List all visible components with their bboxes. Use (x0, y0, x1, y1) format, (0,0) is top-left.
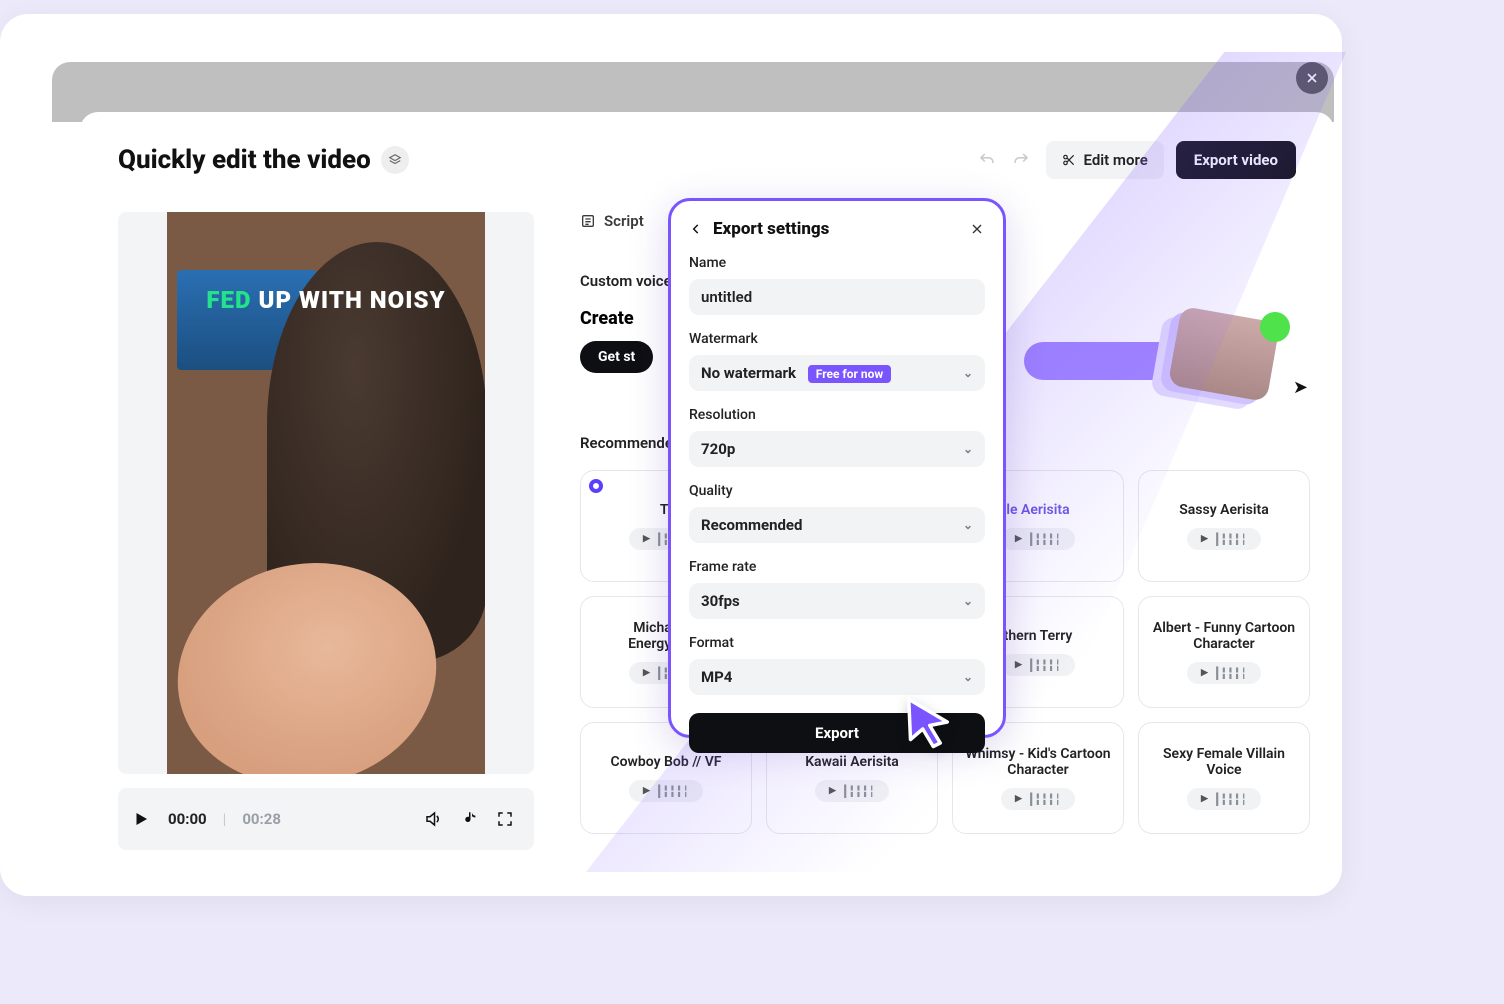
format-select[interactable]: MP4 ⌄ (689, 659, 985, 695)
voice-name: Albert - Funny Cartoon Character (1147, 620, 1301, 652)
edit-more-label: Edit more (1084, 151, 1148, 169)
page-title-wrap: Quickly edit the video (118, 145, 409, 175)
get-started-button[interactable]: Get st (580, 341, 653, 373)
chevron-down-icon: ⌄ (963, 594, 973, 608)
modal-export-label: Export (815, 724, 859, 742)
time-sep: | (223, 810, 227, 828)
player-bar: 00:00 | 00:28 (118, 788, 534, 850)
chevron-down-icon: ⌄ (963, 442, 973, 456)
voice-preview-button[interactable]: ┃╏╏╏╎ (1001, 654, 1075, 676)
format-label: Format (689, 635, 985, 651)
current-time: 00:00 (168, 810, 207, 828)
video-preview[interactable]: FED UP WITH NOISY (118, 212, 534, 774)
voice-preview-button[interactable]: ┃╏╏╏╎ (1001, 528, 1075, 550)
promo-badge (1260, 312, 1290, 342)
free-badge: Free for now (808, 365, 891, 383)
caption-rest: UP WITH NOISY (252, 286, 446, 314)
redo-button[interactable] (1012, 151, 1034, 169)
get-started-label: Get st (598, 349, 635, 365)
undo-button[interactable] (978, 151, 1000, 169)
voice-name: Whimsy - Kid's Cartoon Character (961, 746, 1115, 778)
close-icon (1304, 70, 1320, 86)
video-column: FED UP WITH NOISY 00:00 | 00:28 (118, 212, 534, 850)
voice-card[interactable]: Albert - Funny Cartoon Character ┃╏╏╏╎ (1138, 596, 1310, 708)
watermark-value: No watermark (701, 364, 796, 382)
modal-title: Export settings (713, 219, 829, 239)
voice-name: le Aerisita (1006, 502, 1069, 518)
resolution-select[interactable]: 720p ⌄ (689, 431, 985, 467)
framerate-label: Frame rate (689, 559, 985, 575)
quality-select[interactable]: Recommended ⌄ (689, 507, 985, 543)
voice-preview-button[interactable]: ┃╏╏╏╎ (1187, 788, 1261, 810)
layers-icon[interactable] (381, 146, 409, 174)
duration: 00:28 (242, 810, 281, 828)
script-tab-label: Script (604, 212, 644, 230)
promo-cursor-icon: ➤ (1293, 377, 1308, 398)
header-actions: Edit more Export video (978, 141, 1297, 179)
volume-button[interactable] (424, 810, 448, 828)
modal-close-button[interactable] (969, 221, 985, 237)
modal-back-button[interactable] (689, 222, 703, 236)
create-label: Create (580, 308, 653, 329)
voice-preview-button[interactable]: ┃╏╏╏╎ (1001, 788, 1075, 810)
chevron-down-icon: ⌄ (963, 518, 973, 532)
watermark-select[interactable]: No watermark Free for now ⌄ (689, 355, 985, 391)
export-settings-modal: Export settings Name untitled Watermark … (668, 198, 1006, 738)
caption-highlight: FED (206, 286, 251, 314)
edit-more-button[interactable]: Edit more (1046, 141, 1164, 179)
format-value: MP4 (701, 668, 732, 686)
voice-name: Kawaii Aerisita (805, 754, 899, 770)
page-header: Quickly edit the video Edit more Export … (118, 136, 1296, 184)
close-overlay-button[interactable] (1296, 62, 1328, 94)
video-caption: FED UP WITH NOISY (167, 286, 485, 314)
fullscreen-button[interactable] (496, 810, 520, 828)
voice-name: thern Terry (1004, 628, 1073, 644)
name-label: Name (689, 255, 985, 271)
resolution-label: Resolution (689, 407, 985, 423)
framerate-value: 30fps (701, 592, 740, 610)
voice-preview-button[interactable]: ┃╏╏╏╎ (1187, 528, 1261, 550)
promo-illustration: ➤ (1014, 308, 1294, 404)
voice-preview-button[interactable]: ┃╏╏╏╎ (1187, 662, 1261, 684)
voice-card[interactable]: Sassy Aerisita ┃╏╏╏╎ (1138, 470, 1310, 582)
quality-value: Recommended (701, 516, 802, 534)
resolution-value: 720p (701, 440, 735, 458)
voice-card[interactable]: Sexy Female Villain Voice ┃╏╏╏╎ (1138, 722, 1310, 834)
create-left: Create Get st (580, 308, 653, 373)
watermark-label: Watermark (689, 331, 985, 347)
name-value: untitled (701, 288, 752, 306)
voice-name: Sassy Aerisita (1179, 502, 1269, 518)
modal-header: Export settings (689, 219, 985, 239)
framerate-select[interactable]: 30fps ⌄ (689, 583, 985, 619)
export-video-button[interactable]: Export video (1176, 141, 1296, 179)
voice-preview-button[interactable]: ┃╏╏╏╎ (815, 780, 889, 802)
play-button[interactable] (132, 810, 156, 828)
modal-export-button[interactable]: Export (689, 713, 985, 753)
selected-indicator (589, 479, 603, 493)
chevron-down-icon: ⌄ (963, 366, 973, 380)
page-title: Quickly edit the video (118, 145, 371, 175)
export-video-label: Export video (1194, 151, 1278, 169)
chevron-down-icon: ⌄ (963, 670, 973, 684)
watermark-row: No watermark Free for now (701, 364, 891, 382)
name-input[interactable]: untitled (689, 279, 985, 315)
script-icon (580, 213, 596, 229)
video-content: FED UP WITH NOISY (167, 212, 485, 774)
voice-name: Sexy Female Villain Voice (1147, 746, 1301, 778)
voice-preview-button[interactable]: ┃╏╏╏╎ (629, 780, 703, 802)
scissors-icon (1062, 153, 1076, 167)
voice-name: Cowboy Bob // VF (610, 754, 721, 770)
quality-label: Quality (689, 483, 985, 499)
tiktok-icon[interactable] (460, 810, 484, 828)
